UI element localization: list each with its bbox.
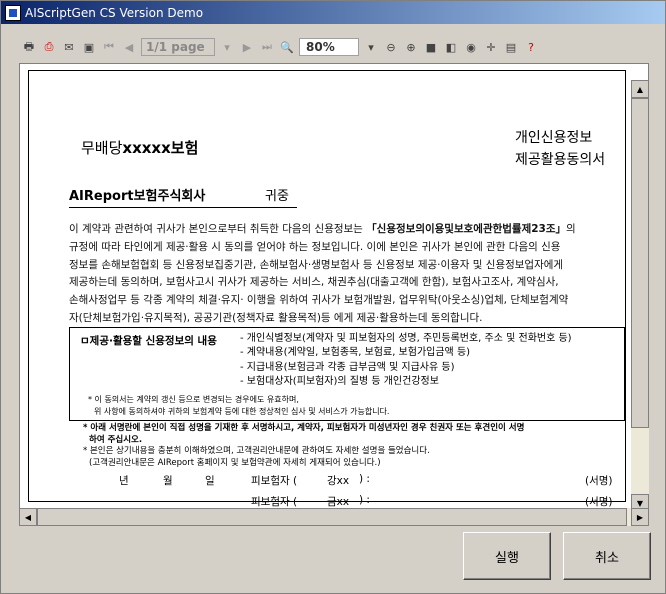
last-page-icon[interactable]: ⏭ (259, 39, 275, 55)
sign-label: 피보험자 ( (251, 496, 298, 508)
document-page: 무배당xxxxx보험 개인신용정보 제공활용동의서 AIReport보험주식회사… (28, 70, 626, 508)
zoom-icon[interactable]: ⊕ (403, 39, 419, 55)
zoom-select[interactable]: 80% (299, 38, 359, 56)
sign-mark: (서명) (585, 496, 613, 508)
app-icon (5, 4, 21, 21)
sign-name: 강xx (327, 475, 350, 487)
sign-name: 금xx (327, 496, 350, 508)
save-icon[interactable]: ▣ (81, 39, 97, 55)
info-notes: * 이 동의서는 계약의 갱신 등으로 변경되는 경우에도 유효하며, 위 사항… (88, 395, 390, 416)
cancel-button[interactable]: 취소 (563, 532, 651, 580)
title-bar[interactable]: AIScriptGen CS Version Demo (1, 1, 665, 24)
vertical-scroll-thumb[interactable] (631, 98, 649, 428)
help-icon[interactable]: ? (523, 39, 539, 55)
zoom-in-icon[interactable]: 🔍 (279, 39, 295, 55)
zoom-dropdown-icon[interactable]: ▾ (363, 39, 379, 55)
crosshair-icon[interactable]: ✛ (483, 39, 499, 55)
email-icon[interactable]: ✉ (61, 39, 77, 55)
info-box: ㅁ제공·활용할 신용정보의 내용 - 개인식별정보(계약자 및 피보험자의 성명… (69, 327, 625, 421)
notes-icon[interactable]: ▤ (503, 39, 519, 55)
page-width-icon[interactable]: ◧ (443, 39, 459, 55)
company-name: 무배당xxxxx보험 (81, 139, 199, 157)
document-viewer[interactable]: 무배당xxxxx보험 개인신용정보 제공활용동의서 AIReport보험주식회사… (19, 63, 649, 525)
date-year: 년 (119, 475, 129, 487)
prev-page-icon[interactable]: ◀ (121, 39, 137, 55)
sign-colon: ) : (359, 473, 370, 485)
print-setup-icon[interactable]: ⎙ (41, 39, 57, 55)
info-items: - 개인식별정보(계약자 및 피보험자의 성명, 주민등록번호, 주소 및 전화… (240, 333, 572, 387)
document-title: 개인신용정보 제공활용동의서 (515, 130, 606, 168)
horizontal-scrollbar[interactable]: ◀ ▶ (19, 508, 649, 526)
page-dropdown-icon[interactable]: ▾ (219, 39, 235, 55)
next-page-icon[interactable]: ▶ (239, 39, 255, 55)
find-icon[interactable]: ◉ (463, 39, 479, 55)
info-label: ㅁ제공·활용할 신용정보의 내용 (80, 335, 217, 347)
date-month: 월 (163, 475, 173, 487)
scroll-right-icon[interactable]: ▶ (631, 508, 649, 526)
app-window: AIScriptGen CS Version Demo 🖶 ⎙ ✉ ▣ ⏮ ◀ … (0, 0, 666, 594)
sign-mark: (서명) (585, 475, 613, 487)
whole-page-icon[interactable]: ■ (423, 39, 439, 55)
zoom-out-icon[interactable]: ⊖ (383, 39, 399, 55)
sign-label: 피보험자 ( (251, 475, 298, 487)
sign-colon: ) : (359, 494, 370, 506)
horizontal-scroll-thumb[interactable] (37, 508, 627, 526)
run-button[interactable]: 실행 (463, 532, 551, 580)
scroll-left-icon[interactable]: ◀ (19, 508, 37, 526)
print-icon[interactable]: 🖶 (21, 39, 37, 55)
date-day: 일 (205, 475, 215, 487)
first-page-icon[interactable]: ⏮ (101, 39, 117, 55)
bottom-notes: * 아래 서명란에 본인이 직접 성명을 기재한 후 서명하시고, 계약자, 피… (83, 423, 525, 468)
consent-body: 이 계약과 관련하여 귀사가 본인으로부터 취득한 다음의 신용정보는 「신용정… (69, 223, 576, 324)
scroll-up-icon[interactable]: ▲ (631, 80, 649, 98)
window-title: AIScriptGen CS Version Demo (25, 5, 204, 20)
page-indicator[interactable]: 1/1 page (141, 38, 215, 56)
vertical-scrollbar[interactable]: ▲ ▼ (631, 80, 649, 512)
viewer-toolbar: 🖶 ⎙ ✉ ▣ ⏮ ◀ 1/1 page ▾ ▶ ⏭ 🔍 80% ▾ ⊖ ⊕ ■… (21, 35, 539, 59)
recipient-line: AIReport보험주식회사 귀중 (69, 185, 297, 208)
